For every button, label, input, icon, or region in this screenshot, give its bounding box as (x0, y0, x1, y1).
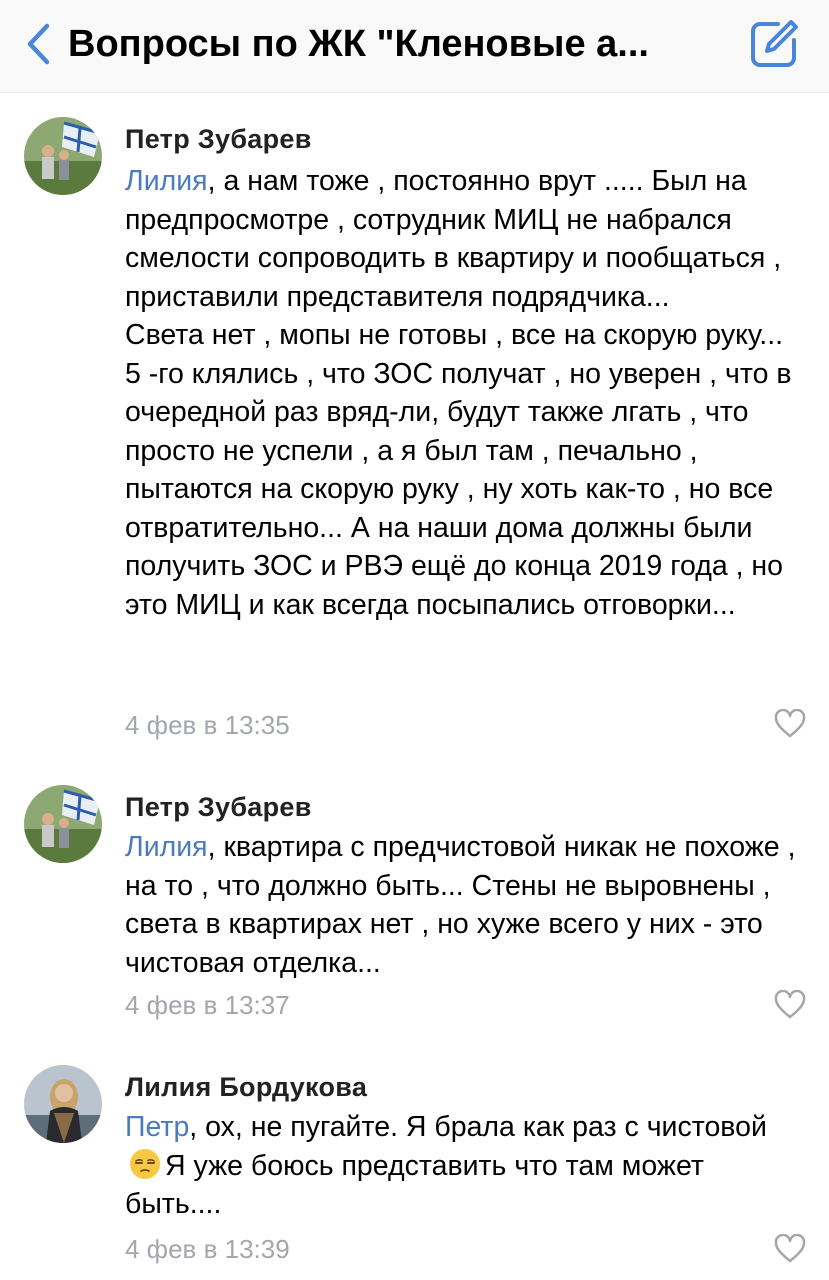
comment-text: Лилия, квартира с предчистовой никак не … (125, 828, 805, 982)
comment-date: 4 фев в 13:35 (125, 710, 290, 740)
avatar[interactable] (24, 785, 102, 863)
avatar[interactable] (24, 117, 102, 195)
comment-author[interactable]: Лилия Бордукова (125, 1072, 367, 1103)
compose-button[interactable] (746, 16, 802, 72)
chevron-left-icon (27, 23, 50, 65)
comment-date: 4 фев в 13:39 (125, 1234, 290, 1264)
comment-body-continued: Я уже боюсь представить что там может бы… (125, 1149, 704, 1221)
comment-body: , квартира с предчистовой никак не похож… (125, 831, 796, 979)
comment-date: 4 фев в 13:37 (125, 990, 290, 1020)
heart-icon[interactable] (774, 709, 806, 739)
avatar-photo-icon (24, 117, 102, 195)
comment-body: , ох, не пугайте. Я брала как раз с чист… (189, 1111, 767, 1143)
comment-text: Петр, ох, не пугайте. Я брала как раз с … (125, 1108, 805, 1224)
mention-link[interactable]: Лилия (125, 831, 208, 863)
comment-text: Лилия, а нам тоже , постоянно врут .....… (125, 162, 805, 624)
comment-author[interactable]: Петр Зубарев (125, 124, 312, 155)
top-bar: Вопросы по ЖК "Кленовые а... (0, 0, 829, 93)
avatar[interactable] (24, 1065, 102, 1143)
unamused-face-icon (130, 1148, 160, 1179)
comment-body: , а нам тоже , постоянно врут ..... Был … (125, 165, 782, 313)
back-button[interactable] (22, 22, 54, 66)
comment-body-paragraph: Света нет , мопы не готовы , все на скор… (125, 319, 792, 621)
page-title: Вопросы по ЖК "Кленовые а... (68, 23, 649, 65)
heart-icon[interactable] (774, 990, 806, 1020)
mention-link[interactable]: Петр (125, 1111, 189, 1143)
comment-author[interactable]: Петр Зубарев (125, 792, 312, 823)
heart-icon[interactable] (774, 1234, 806, 1264)
avatar-photo-icon (24, 1065, 102, 1143)
avatar-photo-icon (24, 785, 102, 863)
mention-link[interactable]: Лилия (125, 165, 208, 197)
compose-icon (751, 20, 798, 67)
